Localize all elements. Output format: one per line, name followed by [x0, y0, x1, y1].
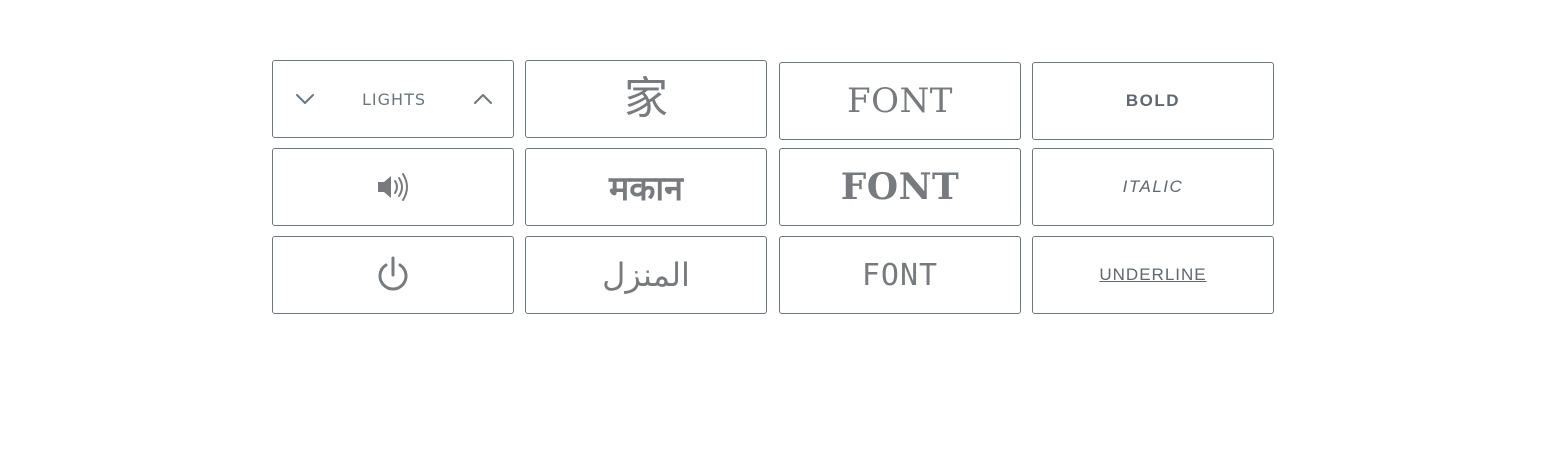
italic-label: ITALIC [1122, 177, 1184, 196]
font-label-serif-bold: FONT [840, 166, 960, 208]
underline-button[interactable]: UNDERLINE [1032, 236, 1274, 314]
font-label-monospace: FONT [861, 257, 939, 293]
underline-label: UNDERLINE [1099, 265, 1207, 284]
lights-decrease-button[interactable] [293, 87, 317, 111]
chevron-down-icon [296, 94, 314, 104]
volume-button[interactable] [272, 148, 514, 226]
language-button-arabic[interactable]: المنزل [525, 236, 767, 314]
font-label-serif-light: FONT [847, 81, 953, 121]
language-label-arabic: المنزل [602, 256, 690, 294]
chevron-up-icon [474, 94, 492, 104]
font-button-monospace[interactable]: FONT [779, 236, 1021, 314]
volume-icon [378, 173, 408, 201]
language-label-chinese: 家 [624, 73, 668, 124]
lights-control: LIGHTS [272, 60, 514, 138]
bold-button[interactable]: BOLD [1032, 62, 1274, 140]
language-button-hindi[interactable]: मकान [525, 148, 767, 226]
italic-button[interactable]: ITALIC [1032, 148, 1274, 226]
bold-label: BOLD [1125, 91, 1181, 110]
power-icon [378, 256, 408, 291]
lights-label: LIGHTS [362, 89, 426, 109]
language-button-chinese[interactable]: 家 [525, 60, 767, 138]
lights-increase-button[interactable] [471, 87, 495, 111]
font-button-serif-bold[interactable]: FONT [779, 148, 1021, 226]
language-label-hindi: मकान [608, 169, 684, 209]
font-button-serif-light[interactable]: FONT [779, 62, 1021, 140]
power-button[interactable] [272, 236, 514, 314]
